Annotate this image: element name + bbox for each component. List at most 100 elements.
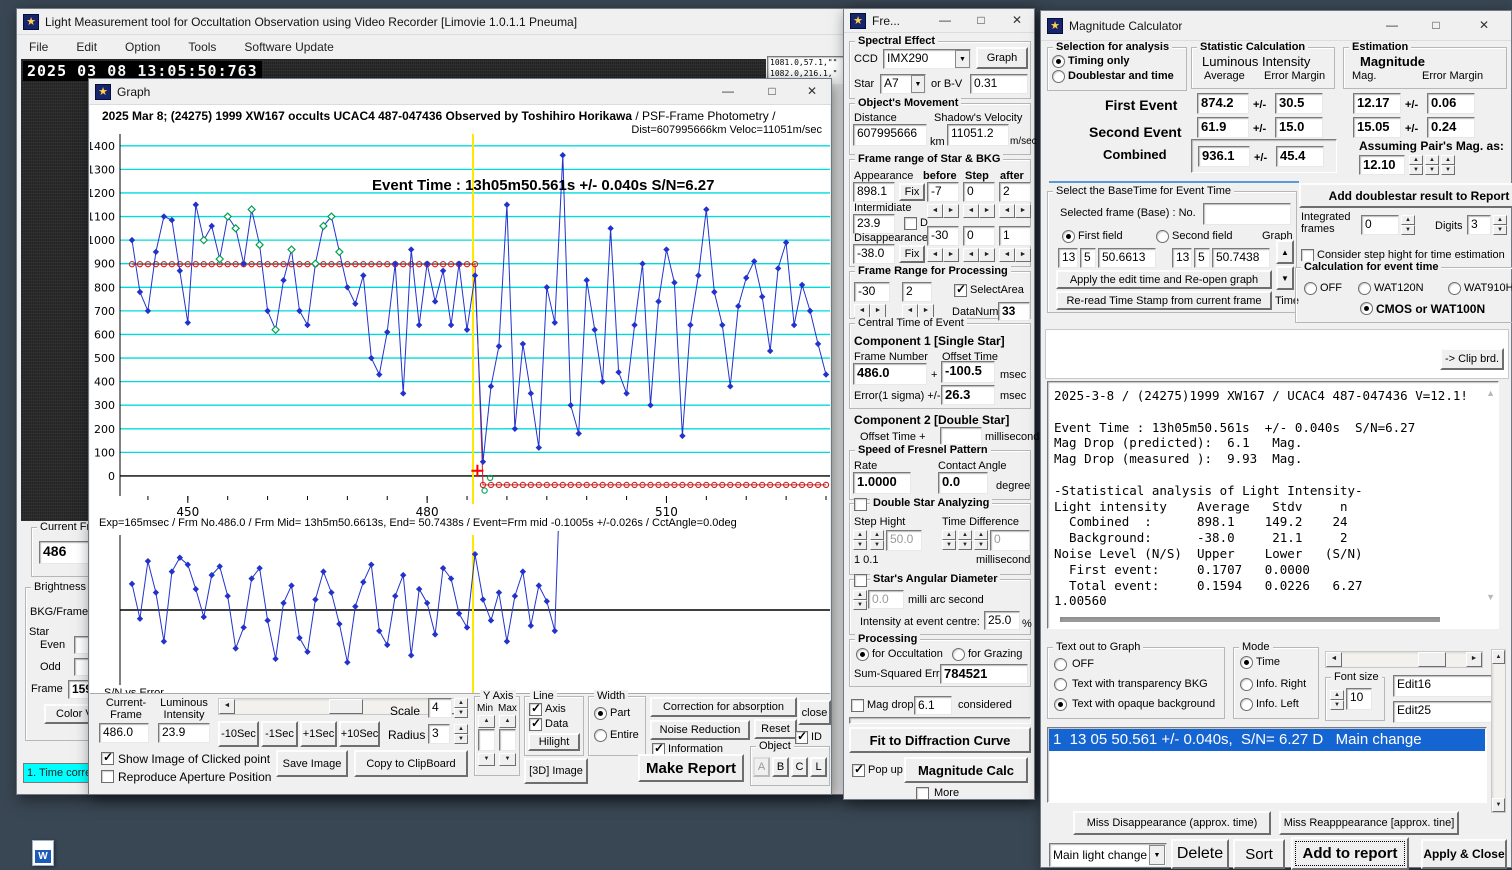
plus-1sec-button[interactable]: +1Sec [300,721,337,747]
textout-opaque-radio[interactable] [1054,698,1067,711]
right-arrow-icon[interactable] [943,204,959,218]
right-arrow-icon[interactable] [1015,204,1031,218]
font-size-field[interactable]: 10 [1346,688,1372,710]
sort-button[interactable]: Sort [1233,839,1285,869]
menu-software-update[interactable]: Software Update [242,37,335,57]
graph-minimize-button[interactable]: — [713,79,743,104]
right-arrow-icon[interactable] [943,248,959,262]
td-spinner3[interactable] [974,530,988,550]
left-arrow-icon[interactable] [854,304,870,318]
left-arrow-icon[interactable] [963,204,979,218]
timing-only-radio[interactable] [1052,55,1065,68]
step-spinner2[interactable] [870,530,884,550]
occultation-radio[interactable] [856,648,869,661]
dis-step-field[interactable]: 0 [963,226,995,246]
menu-file[interactable]: File [27,37,50,57]
second-mag-field[interactable]: 15.05 [1353,117,1401,138]
part-radio[interactable] [594,707,607,720]
assuming-field[interactable]: 12.10 [1359,155,1405,175]
assuming-spinners[interactable] [1409,155,1455,175]
axis-checkbox[interactable] [529,701,542,716]
radius-field[interactable]: 3 [428,724,450,744]
menu-option[interactable]: Option [123,37,162,57]
time1-min-field[interactable]: 5 [1080,248,1096,268]
mode-time-radio[interactable] [1240,656,1253,669]
apply-close-button[interactable]: Apply & Close [1421,839,1507,869]
make-report-button[interactable]: Make Report [638,754,744,782]
combined-err-field[interactable]: 45.4 [1276,146,1324,167]
mag-minimize-button[interactable]: — [1377,11,1407,40]
intensity-centre-field[interactable]: 25.0 [984,611,1020,630]
disappearance-fix-button[interactable]: Fix [899,245,925,263]
select-area-checkbox[interactable] [954,282,967,297]
wat120n-radio[interactable] [1358,282,1371,295]
miss-disappearance-button[interactable]: Miss Disappearance (approx. time) [1073,811,1271,835]
menu-edit[interactable]: Edit [74,37,99,57]
object-l-button[interactable]: L [810,757,827,777]
reset-button[interactable]: Reset [754,719,797,739]
hilight-button[interactable]: Hilight [528,733,580,751]
time1-hour-field[interactable]: 13 [1058,248,1078,268]
current-frame-value-field[interactable]: 486.0 [99,723,149,743]
left-arrow-icon[interactable] [927,248,943,262]
ymin-down-button[interactable] [478,753,495,766]
object-b-button[interactable]: B [772,757,789,777]
combined-avg-field[interactable]: 936.1 [1198,146,1250,167]
spectral-graph-button[interactable]: Graph [976,47,1028,69]
3d-image-button[interactable]: [3D] Image [524,758,588,784]
textout-transparent-radio[interactable] [1054,678,1067,691]
object-a-button[interactable]: A [753,757,770,777]
offset-time-field[interactable]: -100.5 [941,361,995,383]
range-end-field[interactable]: 2 [902,282,932,302]
font-size-spinner[interactable] [1330,690,1344,710]
ymin-field[interactable] [478,729,495,751]
fre-minimize-button[interactable]: — [932,9,958,32]
left-arrow-icon[interactable] [999,248,1015,262]
reread-timestamp-button[interactable]: Re-read Time Stamp from current frame [1056,291,1272,310]
left-arrow-icon[interactable] [963,248,979,262]
intermidiate-field[interactable]: 23.9 [853,214,895,234]
d-checkbox[interactable] [904,217,917,230]
scroll-left-icon[interactable] [219,699,235,714]
sn-error-chart[interactable] [90,531,834,695]
time1-sec-field[interactable]: 50.6613 [1098,248,1156,268]
left-arrow-icon[interactable] [927,204,943,218]
event-listbox[interactable]: 1 13 05 50.561 +/- 0.040s, S/N= 6.27 D M… [1047,727,1487,803]
rate-field[interactable]: 1.0000 [853,472,911,494]
fit-diffraction-button[interactable]: Fit to Diffraction Curve [849,727,1031,753]
range-start-field[interactable]: -30 [854,282,890,302]
second-magerr-field[interactable]: 0.24 [1427,117,1475,138]
step-hight-field[interactable]: 50.0 [886,530,922,551]
cmos-radio[interactable] [1360,302,1373,315]
mag-drop-field[interactable]: 6.1 [914,696,952,715]
intensity-value-field[interactable]: 23.9 [158,723,210,743]
error-sigma-field[interactable]: 26.3 [941,385,995,405]
clip-board-button[interactable]: -> Clip brd. [1440,348,1504,370]
angular-spinner[interactable] [853,590,867,610]
grazing-radio[interactable] [952,648,965,661]
distance-field[interactable]: 607995666 [853,124,927,146]
report-textarea[interactable]: 2025-3-8 / (24275)1999 XW167 / UCAC4 487… [1047,381,1499,629]
velocity-field[interactable]: 11051.2 [947,124,1009,146]
contact-angle-field[interactable]: 0.0 [938,472,988,494]
time2-sec-field[interactable]: 50.7438 [1212,248,1270,268]
time-up-button[interactable]: ▲ [1276,240,1294,264]
integrated-spinner[interactable] [1401,215,1415,235]
edit25-field[interactable]: Edit25 [1393,701,1497,723]
apply-edit-time-button[interactable]: Apply the edit time and Re-open graph [1056,270,1272,289]
right-arrow-icon[interactable] [1015,248,1031,262]
scroll-right-icon[interactable] [1466,652,1482,667]
scroll-up-icon[interactable] [1492,650,1505,664]
disappearance-field[interactable]: -38.0 [853,244,895,264]
right-arrow-icon[interactable] [979,204,995,218]
add-doublestar-button[interactable]: Add doublestar result to Report [1299,183,1512,208]
mag-drop-checkbox[interactable] [851,699,864,712]
step-field[interactable]: 0 [963,182,995,202]
right-arrow-icon[interactable] [870,304,886,318]
after-field[interactable]: 2 [999,182,1031,202]
double-star-checkbox[interactable] [854,498,867,511]
dis-after-field[interactable]: 1 [999,226,1031,246]
minus-10sec-button[interactable]: -10Sec [218,721,259,747]
scroll-left-icon[interactable] [1326,652,1342,667]
mag-hscrollbar[interactable] [1325,651,1483,668]
